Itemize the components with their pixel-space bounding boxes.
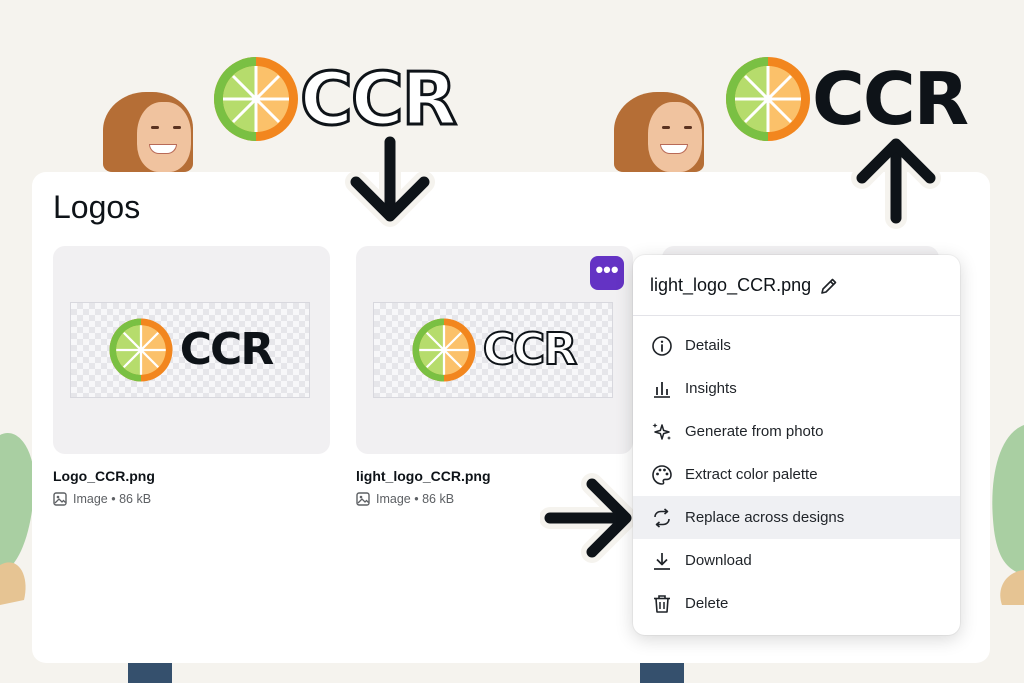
panel-title: Logos (53, 189, 141, 225)
asset-thumbnail: CCR (70, 302, 310, 398)
asset-thumbnail: CCR (373, 302, 613, 398)
arrow-right-icon (540, 473, 637, 563)
orange-slice-icon (726, 57, 810, 141)
more-options-button[interactable]: ••• (590, 256, 624, 290)
pencil-icon[interactable] (819, 276, 839, 296)
person-legs-right (640, 663, 684, 683)
menu-header[interactable]: light_logo_CCR.png (650, 275, 839, 296)
menu-item-label: Delete (685, 595, 729, 612)
menu-item-label: Generate from photo (685, 423, 824, 440)
menu-item-label: Download (685, 552, 752, 569)
asset-name[interactable]: light_logo_CCR.png (356, 468, 491, 484)
asset-context-menu: light_logo_CCR.png Details Insights Gene (633, 255, 960, 635)
brand-wordmark: CCR (812, 57, 969, 141)
trash-icon (654, 594, 670, 613)
sparkle-icon (652, 422, 671, 440)
menu-item-replace-across-designs[interactable]: Replace across designs (633, 496, 960, 539)
orange-slice-icon (412, 318, 476, 382)
menu-item-label: Extract color palette (685, 466, 818, 483)
replace-icon (654, 507, 670, 528)
menu-item-label: Replace across designs (685, 509, 845, 526)
menu-item-generate-from-photo[interactable]: Generate from photo (633, 410, 960, 453)
bar-chart-icon (654, 381, 670, 398)
asset-tile-dark-logo[interactable]: CCR (53, 246, 330, 454)
orange-slice-icon (109, 318, 173, 382)
image-icon (356, 492, 370, 506)
menu-item-details[interactable]: Details (633, 324, 960, 367)
thumbnail-wordmark: CCR (179, 324, 274, 375)
download-icon (654, 552, 670, 570)
image-icon (53, 492, 67, 506)
asset-meta: Image • 86 kB (356, 492, 454, 506)
brand-wordmark: CCR (298, 57, 458, 141)
person-photo-right (614, 92, 724, 172)
asset-name[interactable]: Logo_CCR.png (53, 468, 155, 484)
menu-item-download[interactable]: Download (633, 539, 960, 582)
arrow-up-icon (851, 133, 941, 229)
green-leaf-decoration-right (992, 425, 1024, 605)
menu-item-extract-color-palette[interactable]: Extract color palette (633, 453, 960, 496)
person-legs-left (128, 663, 172, 683)
menu-title: light_logo_CCR.png (650, 275, 812, 295)
thumbnail-wordmark: CCR (482, 324, 578, 375)
asset-meta-text: Image • 86 kB (376, 492, 455, 506)
menu-item-label: Details (685, 337, 731, 354)
palette-icon (652, 464, 672, 485)
asset-meta: Image • 86 kB (53, 492, 151, 506)
arrow-down-icon (345, 131, 435, 227)
orange-slice-icon (214, 57, 298, 141)
person-photo-left (103, 92, 213, 172)
menu-divider (633, 315, 960, 316)
menu-item-label: Insights (685, 380, 737, 397)
menu-item-delete[interactable]: Delete (633, 582, 960, 625)
asset-meta-text: Image • 86 kB (73, 492, 152, 506)
menu-item-insights[interactable]: Insights (633, 367, 960, 410)
info-icon (652, 335, 672, 356)
